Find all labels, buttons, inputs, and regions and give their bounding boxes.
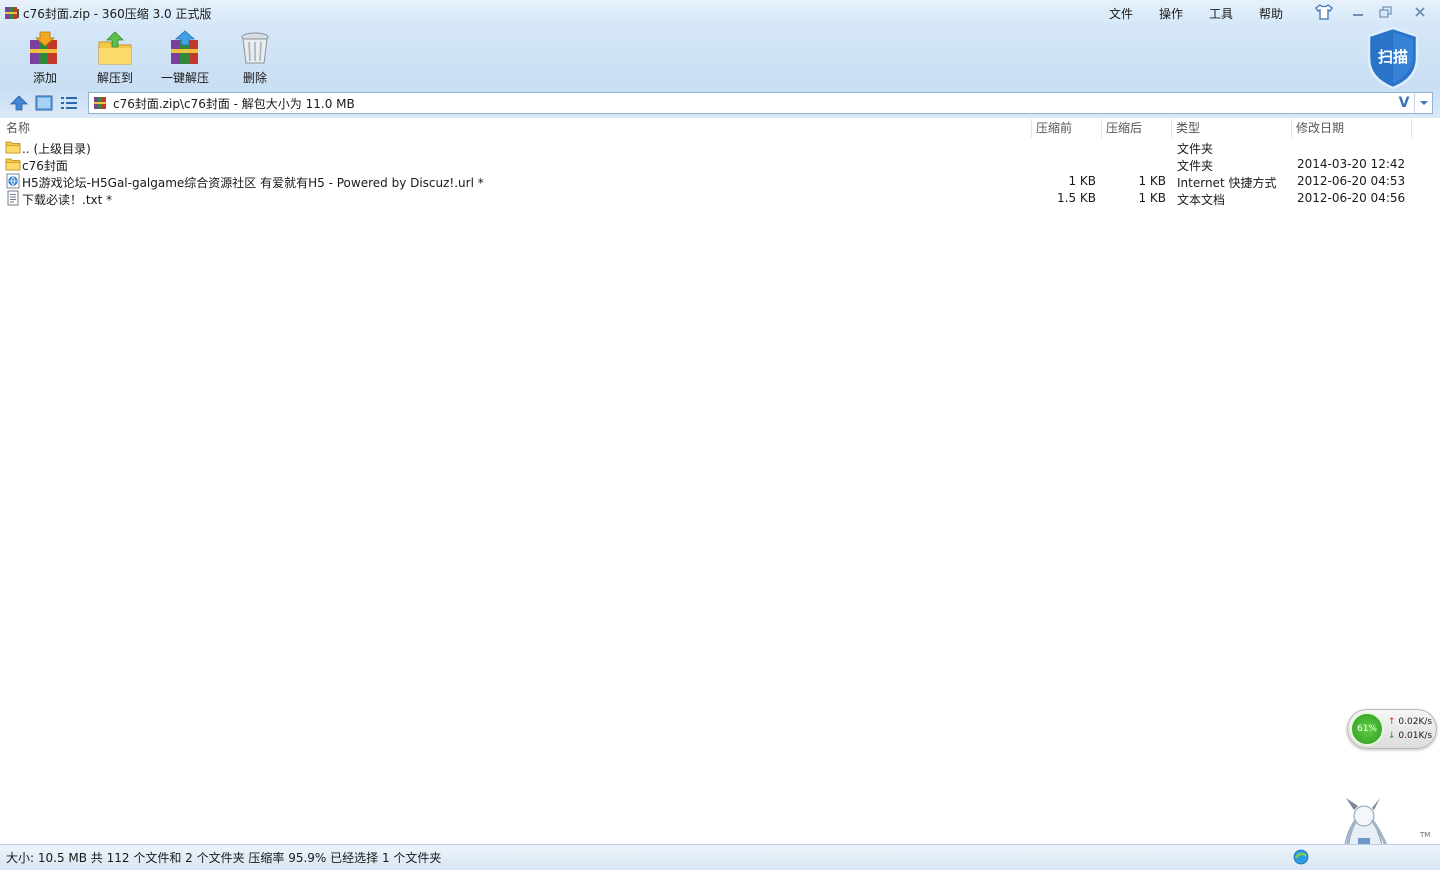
menu-bar: 文件 操作 工具 帮助 [1096, 5, 1296, 22]
archive-app-icon [5, 7, 19, 19]
thumbnail-view-icon[interactable] [34, 94, 54, 112]
address-path: c76封面.zip\c76封面 - 解包大小为 11.0 MB [113, 96, 355, 111]
upload-speed-value: 0.02K/s [1398, 717, 1433, 727]
file-type: Internet 快捷方式 [1177, 176, 1277, 190]
column-size-before[interactable]: 压缩前 [1032, 119, 1102, 138]
menu-help[interactable]: 帮助 [1246, 5, 1296, 22]
file-size-after: 1 KB [1138, 191, 1166, 205]
file-size-before: 1.5 KB [1057, 191, 1096, 205]
status-summary: 大小: 10.5 MB 共 112 个文件和 2 个文件夹 压缩率 95.9% … [6, 851, 442, 865]
address-dropdown-button[interactable] [1414, 93, 1432, 113]
upload-arrow-icon: ↑ [1388, 717, 1396, 727]
status-bar: 大小: 10.5 MB 共 112 个文件和 2 个文件夹 压缩率 95.9% … [0, 844, 1440, 870]
main-toolbar: 添加 解压到 一键解压 删除 [10, 30, 290, 86]
menu-file[interactable]: 文件 [1096, 5, 1146, 22]
file-size-before: 1 KB [1068, 174, 1096, 188]
delete-button[interactable]: 删除 [220, 30, 290, 86]
add-label: 添加 [32, 71, 57, 85]
list-view-icon[interactable] [59, 94, 79, 112]
extract-to-button[interactable]: 解压到 [80, 30, 150, 86]
download-arrow-icon: ↓ [1388, 731, 1396, 741]
folder-icon [5, 158, 21, 171]
file-size-after: 1 KB [1138, 174, 1166, 188]
minimize-icon[interactable] [1348, 4, 1368, 20]
file-name: 下载必读！.txt * [22, 193, 113, 207]
title-bar: c76封面.zip - 360压缩 3.0 正式版 文件 操作 工具 帮助 [0, 0, 1440, 26]
delete-label: 删除 [242, 71, 267, 85]
menu-operation[interactable]: 操作 [1146, 5, 1196, 22]
speed-percent: 61% [1350, 712, 1384, 746]
extract-folder-icon [98, 31, 132, 65]
chevron-down-icon [1419, 101, 1428, 105]
skin-shirt-icon[interactable] [1315, 4, 1333, 20]
column-header: 名称 压缩前 压缩后 类型 修改日期 [0, 119, 1440, 138]
file-name: c76封面 [22, 159, 68, 173]
360-logo-icon[interactable] [1293, 849, 1309, 865]
add-archive-icon [30, 31, 57, 64]
restore-icon[interactable] [1376, 4, 1396, 20]
file-type: 文本文档 [1177, 193, 1226, 207]
trademark-mark: TM [1420, 831, 1431, 839]
network-speed-widget[interactable]: 61% ↑ 0.02K/s ↓ 0.01K/s [1347, 709, 1437, 749]
url-shortcut-icon [6, 173, 20, 189]
table-row-url-file[interactable]: H5游戏论坛-H5Gal-galgame综合资源社区 有爱就有H5 - Powe… [0, 173, 1440, 190]
file-date: 2012-06-20 04:53 [1297, 174, 1406, 188]
address-verify-mark[interactable]: V [1394, 95, 1414, 111]
file-list: 名称 压缩前 压缩后 类型 修改日期 .. (上级目录) 文件夹 c76封面 文… [0, 119, 1440, 844]
trash-icon [241, 32, 269, 64]
column-name[interactable]: 名称 [2, 119, 1032, 138]
text-file-icon [7, 190, 19, 206]
file-name: .. (上级目录) [22, 142, 91, 156]
file-date: 2012-06-20 04:56 [1297, 191, 1406, 205]
column-modified-date[interactable]: 修改日期 [1292, 119, 1412, 138]
up-arrow-icon[interactable] [9, 94, 29, 112]
archive-path-icon [94, 97, 106, 109]
one-click-extract-label: 一键解压 [160, 71, 209, 85]
column-type[interactable]: 类型 [1172, 119, 1292, 138]
download-speed: ↓ 0.01K/s [1388, 731, 1432, 741]
file-date: 2014-03-20 12:42 [1297, 157, 1406, 171]
file-name: H5游戏论坛-H5Gal-galgame综合资源社区 有爱就有H5 - Powe… [22, 176, 484, 190]
scan-label: 扫描 [1377, 48, 1408, 66]
column-size-after[interactable]: 压缩后 [1102, 119, 1172, 138]
close-icon[interactable] [1410, 4, 1430, 20]
navigation-row: c76封面.zip\c76封面 - 解包大小为 11.0 MB V [0, 91, 1440, 115]
one-click-extract-icon [171, 30, 198, 64]
address-bar[interactable]: c76封面.zip\c76封面 - 解包大小为 11.0 MB V [88, 92, 1433, 114]
table-row-text-file[interactable]: 下载必读！.txt * 1.5 KB 1 KB 文本文档 2012-06-20 … [0, 190, 1440, 207]
scan-button[interactable]: 扫描 [1366, 26, 1420, 90]
add-button[interactable]: 添加 [10, 30, 80, 86]
file-type: 文件夹 [1177, 159, 1214, 173]
download-speed-value: 0.01K/s [1398, 731, 1433, 741]
one-click-extract-button[interactable]: 一键解压 [150, 30, 220, 86]
upload-speed: ↑ 0.02K/s [1388, 717, 1432, 727]
file-type: 文件夹 [1177, 142, 1214, 156]
folder-up-icon [5, 141, 21, 154]
table-row-parent-dir[interactable]: .. (上级目录) 文件夹 [0, 139, 1440, 156]
table-row-folder[interactable]: c76封面 文件夹 2014-03-20 12:42 [0, 156, 1440, 173]
window-title: c76封面.zip - 360压缩 3.0 正式版 [23, 7, 212, 21]
top-chrome: c76封面.zip - 360压缩 3.0 正式版 文件 操作 工具 帮助 添加… [0, 0, 1440, 118]
menu-tools[interactable]: 工具 [1196, 5, 1246, 22]
extract-to-label: 解压到 [96, 71, 133, 85]
